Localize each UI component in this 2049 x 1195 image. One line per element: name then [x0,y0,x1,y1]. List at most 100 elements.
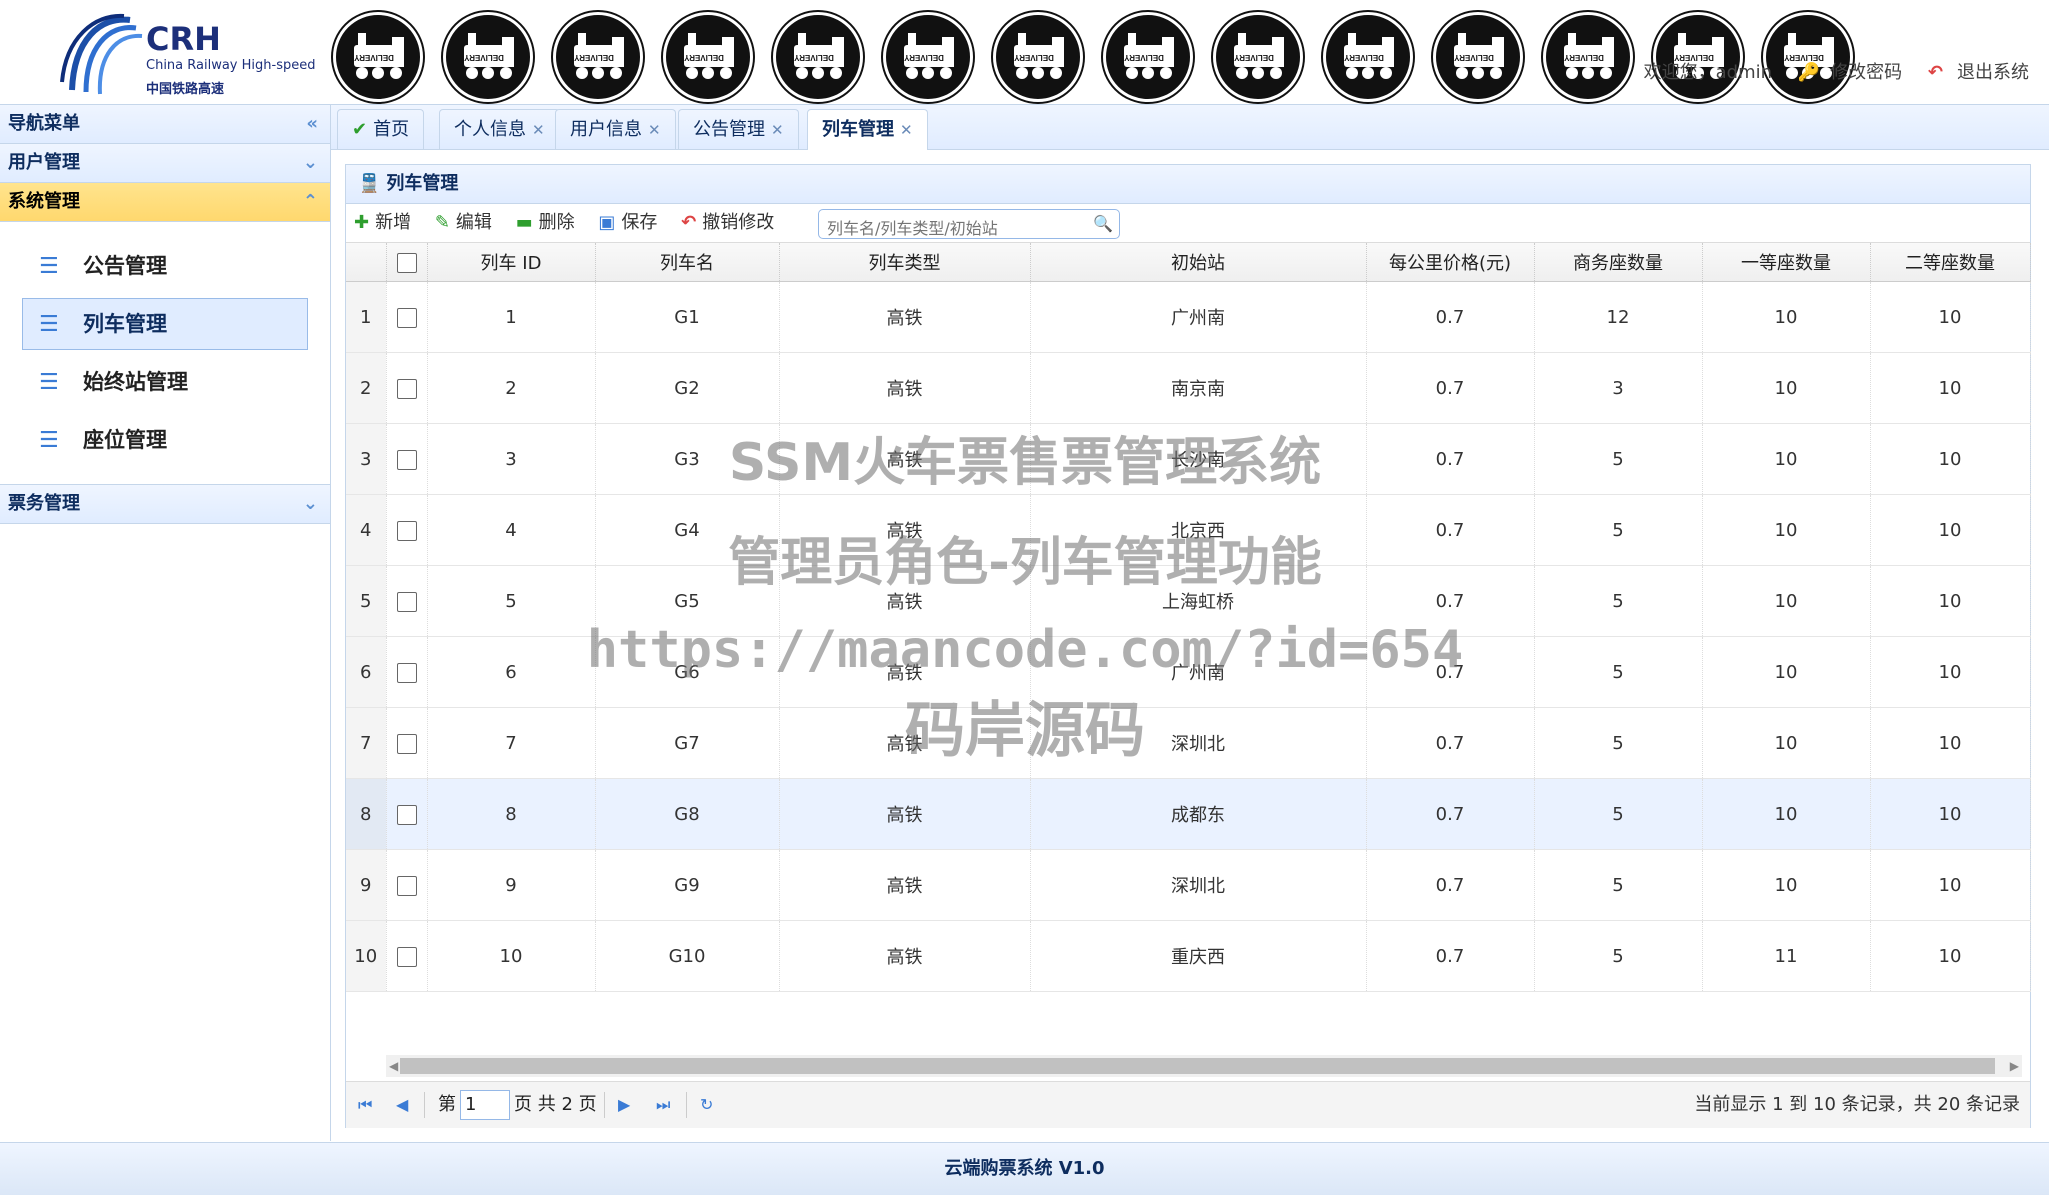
row-checkbox[interactable] [396,449,417,470]
collapse-left-icon[interactable]: « [306,105,318,143]
delivery-badge-icon: DELIVERY [443,12,533,102]
key-icon: 🔑 [1797,62,1821,83]
badge-text: DELIVERY [1563,53,1603,62]
table-cell: 10 [1702,636,1871,708]
column-header[interactable]: 一等座数量 [1702,243,1871,282]
table-cell: 高铁 [779,565,1031,637]
row-checkbox[interactable] [396,378,417,399]
delete-button[interactable]: ▬ 删除 [516,204,575,242]
sidebar-group-ticket[interactable]: 票务管理 ⌄ [0,484,330,524]
next-page-icon[interactable]: ▶ [618,1082,630,1128]
close-icon[interactable]: ✕ [771,121,784,139]
save-button[interactable]: ▣ 保存 [598,204,657,242]
row-checkbox[interactable] [396,662,417,683]
row-select-cell [386,707,428,779]
table-cell: 5 [427,565,596,637]
change-password-link[interactable]: 🔑 修改密码 [1788,62,1902,83]
add-button[interactable]: ✚ 新增 [354,204,411,242]
table-cell: 5 [1534,565,1703,637]
logout-link[interactable]: ↶ 退出系统 [1918,62,2029,83]
table-row[interactable]: 2 2 G2 高铁 南京南 0.7 3 10 10 [346,352,2031,424]
prev-page-icon[interactable]: ◀ [396,1082,408,1128]
first-page-icon[interactable]: ⏮ [358,1082,372,1128]
column-header[interactable]: 每公里价格(元) [1366,243,1535,282]
column-header[interactable]: 列车类型 [779,243,1031,282]
search-icon[interactable]: 🔍 [1093,210,1113,238]
last-page-icon[interactable]: ⏭ [656,1082,670,1128]
table-cell: 8 [427,778,596,850]
table-cell: 10 [1870,707,2031,779]
scroll-right-icon[interactable]: ▶ [2010,1055,2019,1077]
sidebar-item-station[interactable]: ☰ 始终站管理 [22,356,308,408]
column-header[interactable]: 商务座数量 [1534,243,1703,282]
table-row[interactable]: 8 8 G8 高铁 成都东 0.7 5 10 10 [346,778,2031,850]
table-cell: 0.7 [1366,636,1535,708]
table-cell: G3 [595,423,780,495]
search-box[interactable]: 🔍 [818,209,1120,243]
table-cell: 10 [1702,707,1871,779]
header: CRH China Railway High-speed 中国铁路高速 DELI… [0,0,2049,105]
table-row[interactable]: 9 9 G9 高铁 深圳北 0.7 5 10 10 [346,849,2031,921]
undo-button[interactable]: ↶ 撤销修改 [681,204,774,242]
select-all-checkbox[interactable] [396,252,417,273]
scrollbar-thumb[interactable] [400,1058,1995,1074]
row-checkbox[interactable] [396,946,417,967]
table-cell: 高铁 [779,423,1031,495]
collapse-up-icon[interactable]: ⌃ [303,183,318,221]
close-icon[interactable]: ✕ [900,121,913,139]
column-header[interactable]: 初始站 [1030,243,1367,282]
delivery-badge-icon: DELIVERY [773,12,863,102]
tab-profile[interactable]: 个人信息 ✕ [439,109,560,149]
row-select-cell [386,636,428,708]
table-cell: 0.7 [1366,494,1535,566]
row-checkbox[interactable] [396,591,417,612]
sidebar-group-system[interactable]: 系统管理 ⌃ [0,183,330,222]
tab-notice[interactable]: 公告管理 ✕ [678,109,799,149]
delivery-badge-icon: DELIVERY [883,12,973,102]
edit-button[interactable]: ✎ 编辑 [435,204,492,242]
table-row[interactable]: 3 3 G3 高铁 长沙南 0.7 5 10 10 [346,423,2031,495]
table-cell: 9 [427,849,596,921]
page-total: 页 共 2 页 [514,1094,597,1115]
row-checkbox[interactable] [396,307,417,328]
table-cell: 5 [1534,778,1703,850]
table-cell: 10 [1870,281,2031,353]
sidebar-item-seat[interactable]: ☰ 座位管理 [22,414,308,466]
sidebar-item-train[interactable]: ☰ 列车管理 [22,298,308,350]
sidebar-group-user[interactable]: 用户管理 ⌄ [0,144,330,183]
table-row[interactable]: 1 1 G1 高铁 广州南 0.7 12 10 10 [346,281,2031,353]
row-checkbox[interactable] [396,733,417,754]
row-checkbox[interactable] [396,804,417,825]
row-checkbox[interactable] [396,520,417,541]
table-row[interactable]: 7 7 G7 高铁 深圳北 0.7 5 10 10 [346,707,2031,779]
column-header[interactable]: 二等座数量 [1870,243,2031,282]
column-header[interactable]: 列车 ID [427,243,596,282]
table-cell: 10 [1870,494,2031,566]
search-input[interactable] [825,214,1079,243]
delivery-badge-icon: DELIVERY [993,12,1083,102]
row-checkbox[interactable] [396,875,417,896]
table-row[interactable]: 4 4 G4 高铁 北京西 0.7 5 10 10 [346,494,2031,566]
table-cell: 高铁 [779,849,1031,921]
scroll-left-icon[interactable]: ◀ [389,1055,398,1077]
column-header[interactable]: 列车名 [595,243,780,282]
horizontal-scrollbar[interactable]: ◀ ▶ [386,1055,2022,1077]
close-icon[interactable]: ✕ [648,121,661,139]
refresh-icon[interactable]: ↻ [700,1082,713,1128]
tab-home[interactable]: ✔ 首页 [337,109,425,149]
delivery-badge-icon: DELIVERY [1543,12,1633,102]
row-number: 1 [346,281,387,353]
sidebar-item-notice[interactable]: ☰ 公告管理 [22,240,308,292]
table-cell: 10 [1702,778,1871,850]
tab-user-info[interactable]: 用户信息 ✕ [555,109,676,149]
page-number-input[interactable]: 1 [460,1090,510,1120]
tab-train[interactable]: 列车管理 ✕ [807,109,928,150]
table-cell: G4 [595,494,780,566]
close-icon[interactable]: ✕ [532,121,545,139]
table-row[interactable]: 10 10 G10 高铁 重庆西 0.7 5 11 10 [346,920,2031,992]
table-row[interactable]: 6 6 G6 高铁 广州南 0.7 5 10 10 [346,636,2031,708]
expand-down-icon[interactable]: ⌄ [303,144,318,182]
delivery-badge-icon: DELIVERY [1213,12,1303,102]
table-row[interactable]: 5 5 G5 高铁 上海虹桥 0.7 5 10 10 [346,565,2031,637]
expand-down-icon[interactable]: ⌄ [303,485,318,523]
